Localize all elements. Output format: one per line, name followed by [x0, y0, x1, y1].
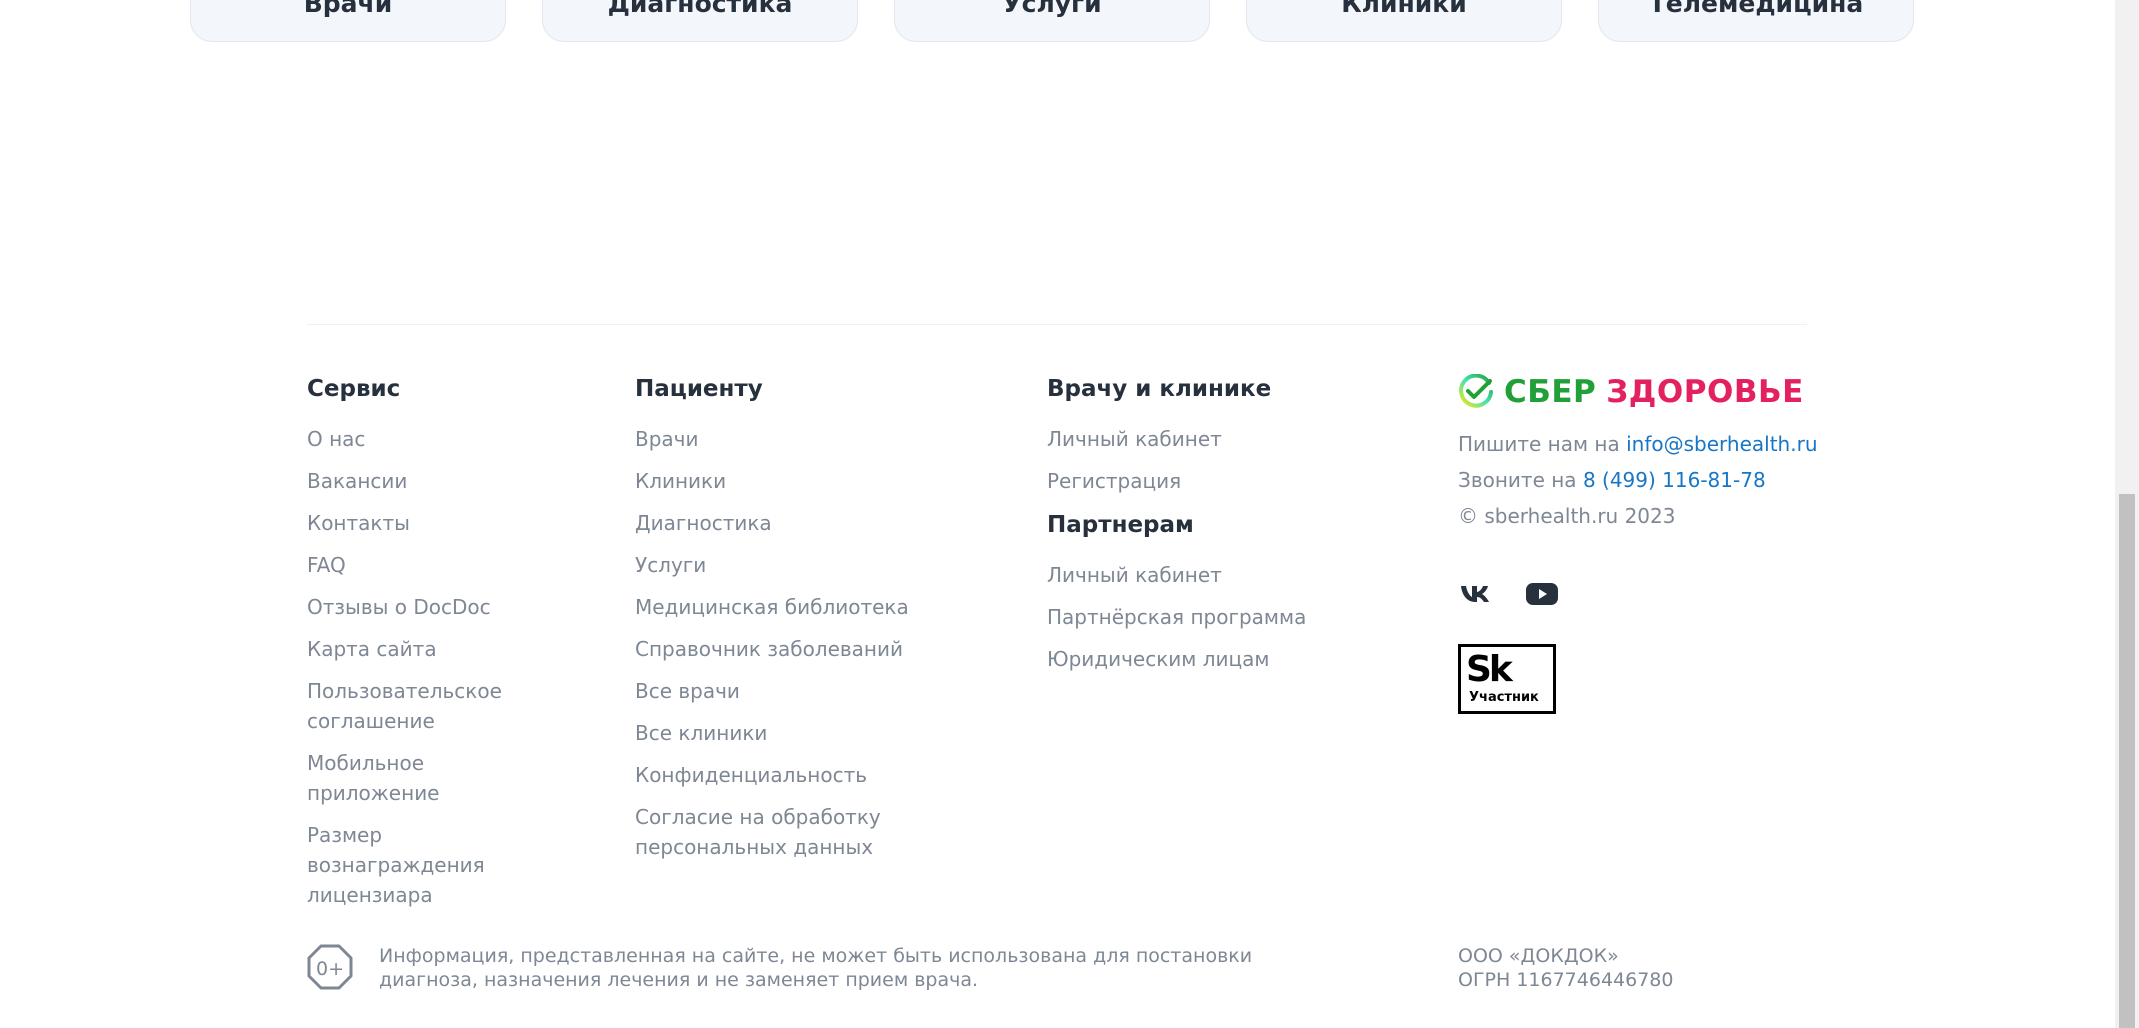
footer-column-title: Партнерам — [1047, 512, 1194, 538]
footer-link-user-agreement[interactable]: Пользовательское соглашение — [307, 676, 557, 736]
email-line: Пишите нам на info@sberhealth.ru — [1458, 426, 1858, 462]
sber-logo-icon — [1459, 374, 1493, 408]
footer-column-service: Сервис О нас Вакансии Контакты FAQ Отзыв… — [307, 374, 557, 922]
category-card-diagnostics[interactable]: Диагностика — [542, 0, 858, 42]
svg-text:0+: 0+ — [316, 958, 344, 980]
footer-link-mobile-app[interactable]: Мобильное приложение — [307, 748, 557, 808]
footer-link-faq[interactable]: FAQ — [307, 550, 557, 580]
sberhealth-logo[interactable]: СБЕР ЗДОРОВЬЕ — [1458, 372, 1858, 412]
footer-column-doctor: Врачу и клинике Личный кабинет Регистрац… — [1047, 374, 1377, 686]
category-card-telemedicine[interactable]: Телемедицина — [1598, 0, 1914, 42]
skolkovo-member-label: Участник — [1469, 690, 1539, 705]
category-card-services[interactable]: Услуги — [894, 0, 1210, 42]
footer-link-sitemap[interactable]: Карта сайта — [307, 634, 557, 664]
footer-link-contacts[interactable]: Контакты — [307, 508, 557, 538]
category-card-doctors[interactable]: Врачи — [190, 0, 506, 42]
footer-link-reviews[interactable]: Отзывы о DocDoc — [307, 592, 557, 622]
logo-zdorovie-text: ЗДОРОВЬЕ — [1606, 374, 1804, 410]
phone-label: Звоните на — [1458, 468, 1577, 492]
footer-link-clinics[interactable]: Клиники — [635, 466, 965, 496]
footer-link-privacy[interactable]: Конфиденциальность — [635, 760, 965, 790]
page-scrollbar[interactable] — [2115, 0, 2139, 1028]
youtube-icon[interactable] — [1524, 576, 1560, 612]
copyright: © sberhealth.ru 2023 — [1458, 504, 1676, 528]
footer-brand: СБЕР ЗДОРОВЬЕ Пишите нам на info@sberhea… — [1458, 372, 1858, 714]
footer-link-all-clinics[interactable]: Все клиники — [635, 718, 965, 748]
category-cards: Врачи Диагностика Услуги Клиники Телемед… — [190, 0, 1914, 42]
footer-link-about[interactable]: О нас — [307, 424, 557, 454]
footer-column-patient: Пациенту Врачи Клиники Диагностика Услуг… — [635, 374, 965, 874]
phone-line: Звоните на 8 (499) 116-81-78 — [1458, 462, 1858, 498]
footer-link-disease-directory[interactable]: Справочник заболеваний — [635, 634, 965, 664]
skolkovo-logo-text: Sk — [1466, 649, 1513, 690]
footer-link-medical-library[interactable]: Медицинская библиотека — [635, 592, 965, 622]
footer-column-title: Врачу и клинике — [1047, 376, 1272, 402]
footer-link-vacancies[interactable]: Вакансии — [307, 466, 557, 496]
company-name: ООО «ДОКДОК» — [1458, 945, 1619, 967]
vk-icon[interactable] — [1458, 576, 1494, 612]
phone-link[interactable]: 8 (499) 116-81-78 — [1583, 468, 1766, 492]
age-rating-icon: 0+ — [307, 944, 353, 990]
email-label: Пишите нам на — [1458, 432, 1620, 456]
footer-link-data-consent[interactable]: Согласие на обработку персональных данны… — [635, 802, 965, 862]
footer-link-doctor-cabinet[interactable]: Личный кабинет — [1047, 424, 1377, 454]
footer-column-title: Пациенту — [635, 376, 763, 402]
company-info: ООО «ДОКДОК» ОГРН 1167746446780 — [1458, 944, 1673, 992]
footer-link-partner-program[interactable]: Партнёрская программа — [1047, 602, 1377, 632]
footer-link-all-doctors[interactable]: Все врачи — [635, 676, 965, 706]
footer-link-licensor-fee[interactable]: Размер вознаграждения лицензиара — [307, 820, 557, 910]
skolkovo-badge[interactable]: Sk Участник — [1458, 644, 1556, 714]
footer-divider — [307, 324, 1807, 325]
footer-link-services[interactable]: Услуги — [635, 550, 965, 580]
medical-disclaimer: Информация, представленная на сайте, не … — [379, 945, 1253, 991]
footer-link-partner-cabinet[interactable]: Личный кабинет — [1047, 560, 1377, 590]
company-ogrn: ОГРН 1167746446780 — [1458, 969, 1674, 991]
page: Врачи Диагностика Услуги Клиники Телемед… — [0, 0, 2139, 1028]
footer-link-diagnostics[interactable]: Диагностика — [635, 508, 965, 538]
footer-column-title: Сервис — [307, 376, 401, 402]
footer-link-doctors[interactable]: Врачи — [635, 424, 965, 454]
footer-link-registration[interactable]: Регистрация — [1047, 466, 1377, 496]
category-card-clinics[interactable]: Клиники — [1246, 0, 1562, 42]
logo-sber-text: СБЕР — [1504, 374, 1597, 410]
email-link[interactable]: info@sberhealth.ru — [1626, 432, 1817, 456]
social-links — [1458, 574, 1858, 614]
scrollbar-thumb[interactable] — [2119, 494, 2135, 1028]
footer-link-legal-entities[interactable]: Юридическим лицам — [1047, 644, 1377, 674]
